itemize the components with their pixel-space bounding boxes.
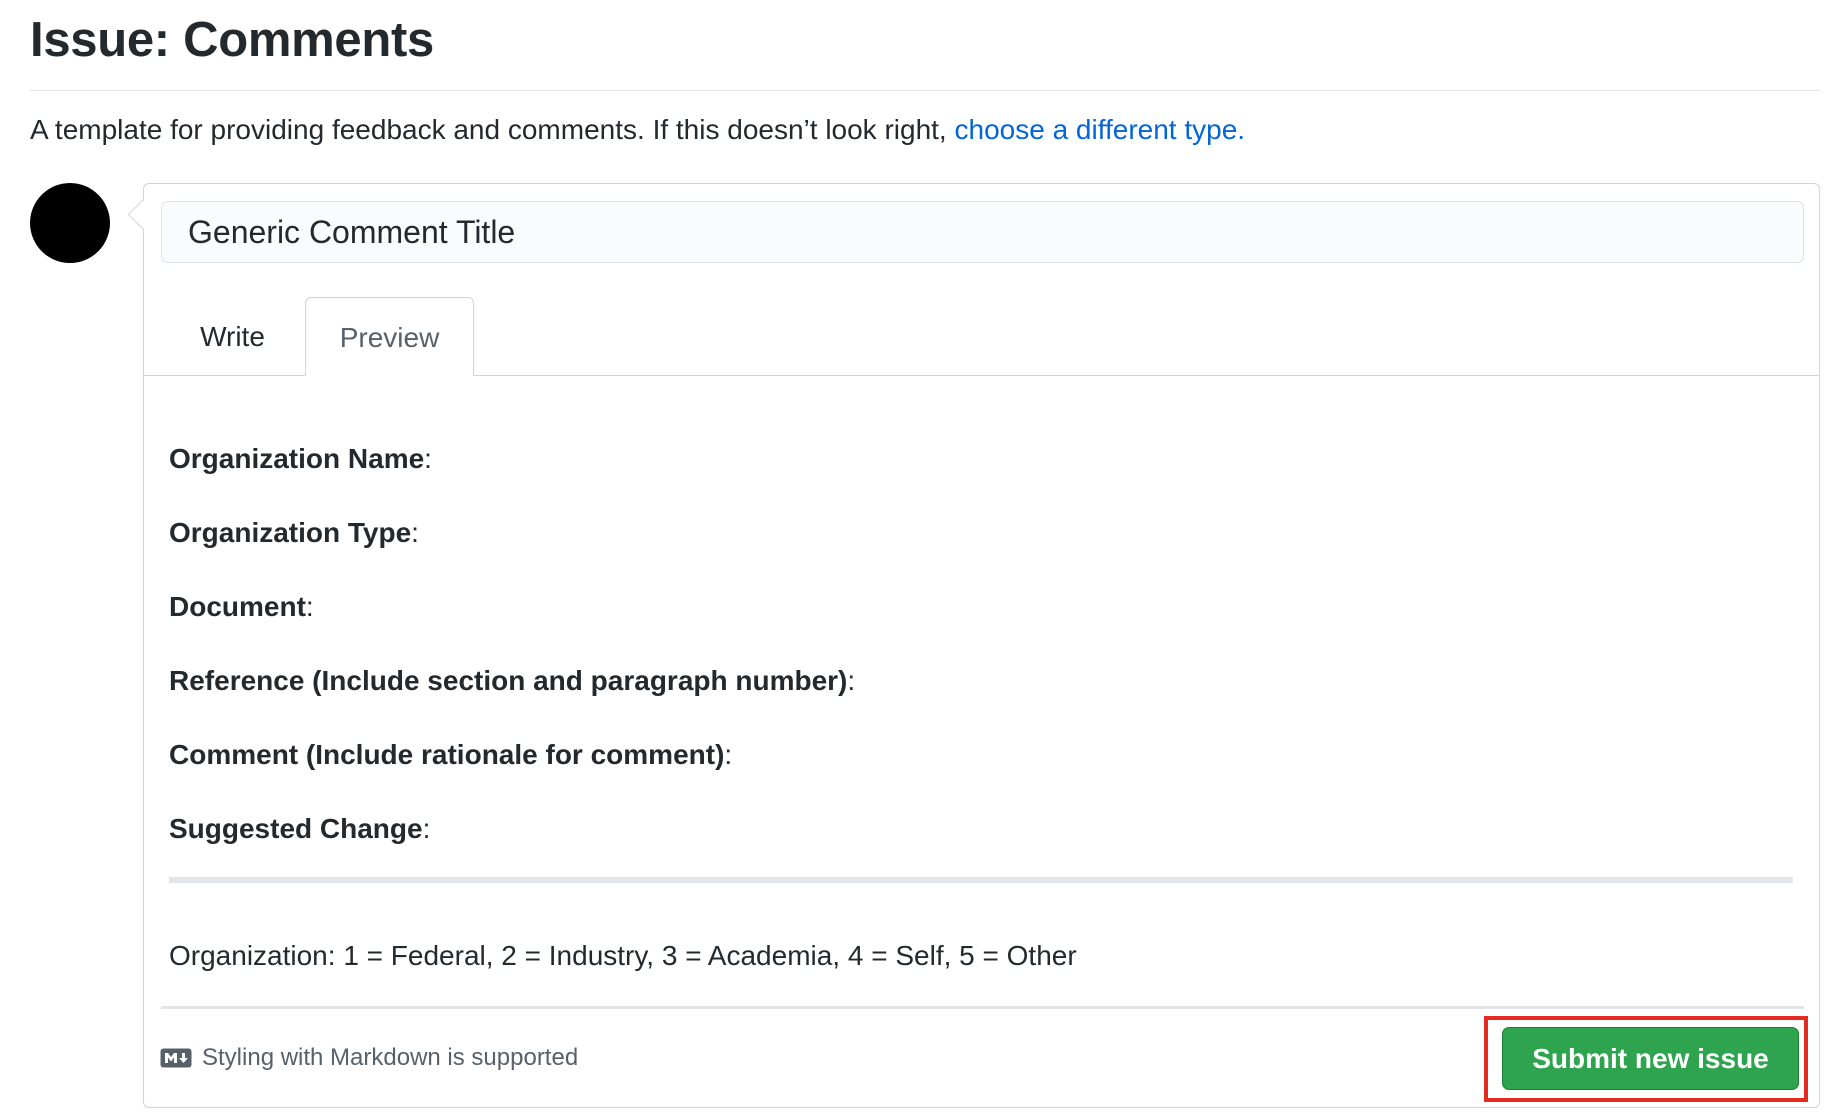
preview-field: Suggested Change: (169, 813, 431, 844)
user-avatar[interactable] (30, 183, 110, 263)
new-issue-page: Issue: Comments A template for providing… (0, 0, 1830, 1120)
organization-legend: Organization: 1 = Federal, 2 = Industry,… (169, 940, 1077, 971)
preview-field: Document: (169, 591, 314, 622)
footer-divider (161, 1006, 1804, 1009)
page-title: Issue: Comments (30, 13, 434, 67)
tab-write[interactable]: Write (160, 297, 305, 376)
template-description-text: A template for providing feedback and co… (30, 114, 947, 145)
template-description: A template for providing feedback and co… (30, 112, 1245, 148)
submit-new-issue-button[interactable]: Submit new issue (1502, 1027, 1799, 1090)
tab-preview[interactable]: Preview (305, 297, 474, 376)
preview-field: Reference (Include section and paragraph… (169, 665, 856, 696)
markdown-icon (160, 1048, 192, 1068)
field-label: Comment (Include rationale for comment) (169, 739, 725, 770)
field-label: Organization Name (169, 443, 425, 474)
choose-different-type-link[interactable]: choose a different type. (955, 114, 1246, 145)
preview-horizontal-rule (169, 877, 1793, 883)
field-label: Document (169, 591, 306, 622)
markdown-note-text: Styling with Markdown is supported (202, 1044, 579, 1071)
title-divider (30, 90, 1820, 91)
markdown-note[interactable]: Styling with Markdown is supported (160, 1044, 578, 1072)
preview-field: Organization Type: (169, 517, 419, 548)
field-label: Organization Type (169, 517, 412, 548)
preview-field: Comment (Include rationale for comment): (169, 739, 733, 770)
issue-title-input[interactable] (161, 201, 1804, 263)
field-label: Reference (Include section and paragraph… (169, 665, 848, 696)
field-label: Suggested Change (169, 813, 423, 844)
preview-field: Organization Name: (169, 443, 432, 474)
